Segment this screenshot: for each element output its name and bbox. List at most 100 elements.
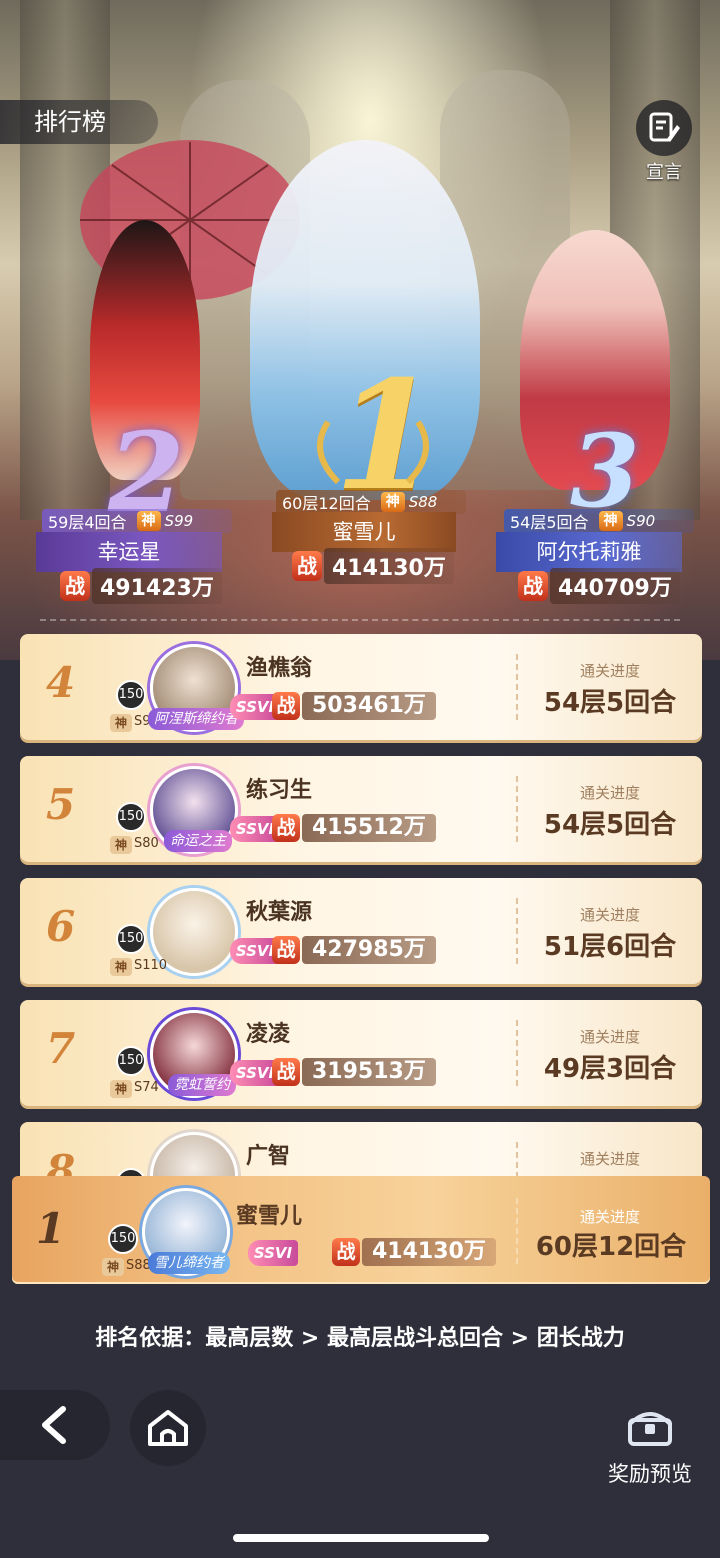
progress-label: 通关进度 (579, 1150, 640, 1168)
progress-value: 54层5回合 (543, 688, 677, 718)
level-badge: 150 (108, 1224, 138, 1254)
divider (516, 654, 518, 720)
shen-badge: 神 (110, 958, 132, 976)
podium-2-power: 战 491423万 (60, 568, 222, 604)
podium-2-name[interactable]: 幸运星 (36, 532, 222, 572)
rank-number: 1 (36, 1204, 66, 1253)
declaration-label: 宣言 (646, 162, 682, 183)
s-level: S88 (408, 493, 438, 511)
divider (516, 1020, 518, 1086)
floor-progress: 59层4回合 (48, 513, 127, 532)
power-value: 319513万 (302, 1058, 436, 1086)
progress-label: 通关进度 (579, 1028, 640, 1046)
zhan-icon: 战 (518, 571, 548, 601)
zhan-icon: 战 (60, 571, 90, 601)
home-button[interactable] (130, 1390, 206, 1466)
rank-number: 5 (46, 780, 76, 829)
back-button[interactable] (0, 1390, 110, 1460)
podium-3-power: 战 440709万 (518, 568, 680, 604)
home-indicator[interactable] (233, 1534, 489, 1542)
treasure-chest-icon (628, 1412, 672, 1446)
s-level: S80 (134, 836, 159, 851)
ssvi-badge: SSVI (248, 1240, 298, 1266)
shen-badge: 神 (380, 492, 405, 512)
power-value: 491423万 (92, 568, 222, 604)
podium-1-power: 战 414130万 (292, 548, 454, 584)
shen-badge: 神 (136, 511, 161, 531)
declaration-icon-wrap (636, 100, 692, 156)
podium-3-meta: 54层5回合 神 S90 (504, 509, 694, 533)
power-value: 427985万 (302, 936, 436, 964)
divider (516, 776, 518, 842)
progress-label: 通关进度 (579, 906, 640, 924)
player-name: 广智 (246, 1144, 291, 1169)
edit-note-icon (649, 112, 680, 142)
shen-badge: 神 (102, 1258, 124, 1276)
combat-power: 战 415512万 (272, 814, 436, 842)
avatar-frame: 150 神 S80 命运之主 (110, 764, 254, 858)
power-value: 414130万 (324, 548, 454, 584)
zhan-icon: 战 (272, 814, 300, 842)
player-name: 练习生 (246, 778, 313, 803)
rank-number: 7 (46, 1024, 76, 1073)
floor-progress: 54层5回合 (510, 513, 589, 532)
divider (516, 1198, 518, 1264)
reward-preview-label: 奖励预览 (608, 1462, 692, 1486)
declaration-button[interactable]: 宣言 (634, 100, 694, 183)
progress-label: 通关进度 (579, 784, 640, 802)
title-badge: 雪儿缔约者 (148, 1252, 230, 1274)
podium-3-name[interactable]: 阿尔托莉雅 (496, 532, 682, 572)
player-name: 渔樵翁 (246, 656, 313, 681)
combat-power: 战 427985万 (272, 936, 436, 964)
progress-value: 60层12回合 (535, 1232, 687, 1262)
podium-1-name[interactable]: 蜜雪儿 (272, 512, 456, 552)
title-badge: 命运之主 (164, 830, 232, 852)
combat-power: 战 319513万 (272, 1058, 436, 1086)
zhan-icon: 战 (332, 1238, 360, 1266)
shen-badge: 神 (110, 714, 132, 732)
rank-row[interactable]: 4 150 神 S90 阿涅斯缔约者 SSVI 渔樵翁 战 503461万 通关… (20, 634, 702, 740)
zhan-icon: 战 (272, 692, 300, 720)
s-level: S90 (626, 512, 656, 530)
title-badge: 霓虹誓约 (168, 1074, 236, 1096)
divider (516, 898, 518, 964)
avatar-frame: 150 神 S74 霓虹誓约 (110, 1008, 254, 1102)
my-rank-row[interactable]: 1 150 神 S88 雪儿缔约者 SSVI 蜜雪儿 战 414130万 通关进… (12, 1176, 710, 1284)
ranking-rule: 排名依据：最高层数 > 最高层战斗总回合 > 团长战力 (95, 1326, 625, 1351)
level-badge: 150 (116, 680, 146, 710)
page-title: 排行榜 (0, 100, 158, 144)
zhan-icon: 战 (292, 551, 322, 581)
rank-row[interactable]: 5 150 神 S80 命运之主 SSVI 练习生 战 415512万 通关进度… (20, 756, 702, 862)
combat-power: 战 414130万 (332, 1238, 496, 1266)
podium-1-meta: 60层12回合 神 S88 (276, 490, 466, 514)
avatar-frame: 150 神 S88 雪儿缔约者 (102, 1186, 246, 1280)
power-value: 440709万 (550, 568, 680, 604)
back-arrow-icon (42, 1406, 66, 1444)
level-badge: 150 (116, 1046, 146, 1076)
podium-scene: 2 1 3 59层4回合 神 S99 幸运星 战 491423万 60层12回合… (0, 0, 720, 660)
player-name: 秋葉源 (246, 900, 313, 925)
progress-value: 51层6回合 (543, 932, 677, 962)
shen-badge: 神 (110, 836, 132, 854)
level-badge: 150 (116, 924, 146, 954)
avatar-frame: 150 神 S110 (110, 886, 254, 980)
rank-number: 4 (46, 658, 76, 707)
rank-row[interactable]: 6 150 神 S110 SSVI 秋葉源 战 427985万 通关进度 51层… (20, 878, 702, 984)
s-level: S110 (134, 958, 168, 973)
progress-value: 54层5回合 (543, 810, 677, 840)
player-name: 凌凌 (246, 1022, 291, 1047)
power-value: 414130万 (362, 1238, 496, 1266)
power-value: 415512万 (302, 814, 436, 842)
progress-value: 49层3回合 (543, 1054, 677, 1084)
divider (40, 619, 680, 621)
avatar-frame: 150 神 S90 阿涅斯缔约者 (110, 642, 254, 736)
home-icon (148, 1410, 188, 1446)
player-name: 蜜雪儿 (236, 1204, 303, 1229)
reward-preview-button[interactable]: 奖励预览 (600, 1404, 700, 1488)
zhan-icon: 战 (272, 936, 300, 964)
power-value: 503461万 (302, 692, 436, 720)
zhan-icon: 战 (272, 1058, 300, 1086)
podium-2-meta: 59层4回合 神 S99 (42, 509, 232, 533)
floor-progress: 60层12回合 (282, 494, 371, 513)
rank-row[interactable]: 7 150 神 S74 霓虹誓约 SSVI 凌凌 战 319513万 通关进度 … (20, 1000, 702, 1106)
